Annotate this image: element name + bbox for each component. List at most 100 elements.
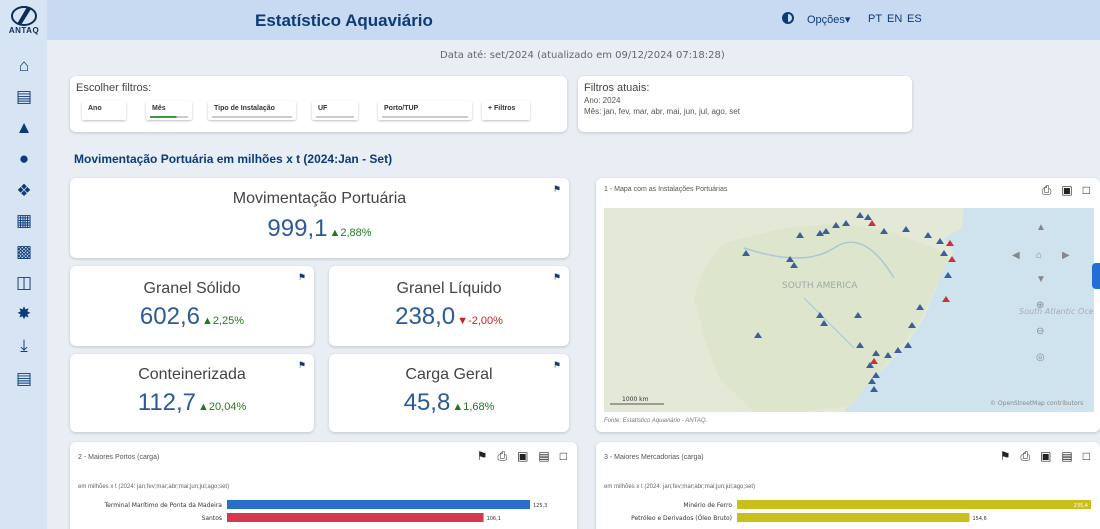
bulb-icon[interactable]: ✸: [13, 303, 35, 325]
kpi-total-value-row: 999,1 ▲2,88%: [70, 215, 569, 243]
filter-uf-bar: [316, 116, 354, 118]
bar-value-label: 125,3: [533, 503, 547, 509]
kpi-total-value: 999,1: [267, 215, 328, 242]
kpi-general-title: Carga Geral: [405, 366, 493, 383]
current-month-line: Mês: jan, fev, mar, abr, mai, jun, jul, …: [584, 107, 740, 116]
section-title: Movimentação Portuária em milhões x t (2…: [74, 152, 393, 166]
goods-chart: Minério de Ferro 235,4 Petróleo e Derivado…: [631, 500, 1091, 522]
bar-category-label: Minério de Ferro: [683, 502, 732, 509]
options-menu[interactable]: Opções▾: [807, 13, 850, 26]
kpi-solid-value-row: 602,6 ▲2,25%: [70, 303, 314, 331]
filter-year[interactable]: Ano: [82, 101, 126, 120]
terminal-icon[interactable]: ▤: [13, 86, 35, 108]
bar-category-label: Petróleo e Derivados (Óleo Bruto): [631, 515, 732, 522]
map-card: 1 - Mapa com as Instalações Portuárias ⎙…: [596, 178, 1100, 432]
info-icon[interactable]: ⚑: [1000, 449, 1011, 464]
regions-icon[interactable]: ▦: [13, 210, 35, 232]
download-icon[interactable]: ⤓: [13, 335, 35, 357]
zoom-out-icon[interactable]: ⊖: [1036, 326, 1044, 337]
cargo-icon[interactable]: ◫: [13, 272, 35, 294]
print-icon[interactable]: ⎙: [1042, 183, 1052, 198]
pan-left-icon[interactable]: ◀: [1012, 250, 1020, 261]
globe-icon[interactable]: ●: [13, 148, 35, 170]
lang-es[interactable]: ES: [907, 13, 922, 25]
maximize-icon[interactable]: □: [560, 449, 567, 464]
folder-icon[interactable]: ▣: [1040, 449, 1051, 464]
tku-icon[interactable]: ▩: [13, 241, 35, 263]
antaq-logo-mark: [11, 6, 37, 26]
filter-installation-label: Tipo de Instalação: [214, 105, 275, 112]
theme-toggle-icon[interactable]: [782, 12, 794, 24]
info-icon[interactable]: ⚑: [477, 449, 488, 464]
home-icon[interactable]: ⌂: [13, 55, 35, 77]
kpi-liquid-change: ▼-2,00%: [457, 315, 503, 327]
filter-installation-type[interactable]: Tipo de Instalação: [208, 101, 296, 120]
print-icon[interactable]: ⎙: [497, 449, 507, 464]
pan-down-icon[interactable]: ▼: [1036, 274, 1046, 285]
filter-month-bar: [150, 116, 188, 118]
map-ocean-label: South Atlantic Oce: [1019, 307, 1094, 316]
ship-icon[interactable]: ▲: [13, 117, 35, 139]
bar[interactable]: [227, 513, 484, 522]
ports-chart-title: 2 - Maiores Portos (carga): [78, 454, 160, 461]
print-icon[interactable]: ⎙: [1020, 449, 1030, 464]
export-icon[interactable]: ▤: [538, 449, 549, 464]
kpi-general-value: 45,8: [403, 389, 451, 416]
kpi-container-title: Conteinerizada: [138, 366, 246, 383]
kpi-container-change: ▲20,04%: [198, 401, 247, 413]
kpi-general-change: ▲1,68%: [452, 401, 495, 413]
ports-chart: Terminal Marítimo de Ponta da Madeira 125…: [104, 500, 547, 522]
maximize-icon[interactable]: □: [1083, 183, 1090, 198]
pan-up-icon[interactable]: ▲: [1036, 222, 1046, 233]
data-date-line: Data até: set/2024 (atualizado em 09/12/…: [440, 50, 725, 61]
folder-icon[interactable]: ▣: [1061, 183, 1072, 198]
filter-port[interactable]: Porto/TUP: [378, 101, 472, 120]
kpi-total-title: Movimentação Portuária: [232, 190, 407, 207]
filter-month-label: Mês: [152, 105, 166, 112]
map-region-label: SOUTH AMERICA: [782, 281, 858, 291]
map-source: Fonte: Estatístico Aquaviário - ANTAQ.: [604, 418, 708, 424]
filter-month[interactable]: Mês: [146, 101, 192, 120]
locate-icon[interactable]: ◎: [1036, 352, 1045, 363]
antaq-logo[interactable]: ANTAQ: [6, 4, 42, 42]
kpi-solid-value: 602,6: [139, 303, 200, 330]
map-canvas[interactable]: SOUTH AMERICA South Atlantic Oce 1000 km…: [604, 208, 1094, 412]
more-filters-button[interactable]: + Filtros: [482, 101, 530, 120]
filters-label: Escolher filtros:: [76, 82, 152, 94]
home-view-icon[interactable]: ⌂: [1036, 250, 1042, 261]
sidebar: ANTAQ ⌂ ▤ ▲ ● ❖ ▦ ▩ ◫ ✸ ⤓ ▤: [0, 0, 47, 529]
kpi-general-card: ⚑ Carga Geral 45,8 ▲1,68%: [329, 354, 569, 432]
app-title: Estatístico Aquaviário: [255, 11, 433, 30]
book-icon[interactable]: ▤: [13, 368, 35, 390]
pan-right-icon[interactable]: ▶: [1062, 250, 1070, 261]
ports-chart-tools: ⚑ ⎙ ▣ ▤ □: [477, 449, 567, 464]
kpi-total-change: ▲2,88%: [329, 227, 372, 239]
kpi-liquid-title: Granel Líquido: [396, 280, 502, 297]
kpi-general-value-row: 45,8 ▲1,68%: [329, 389, 569, 417]
bar[interactable]: [737, 500, 1091, 509]
map-tools: ⎙ ▣ □: [1042, 183, 1090, 198]
filters-card: Escolher filtros: Ano Mês Tipo de Instal…: [70, 76, 567, 132]
bar-value-label: 235,4: [1074, 503, 1088, 509]
filter-uf[interactable]: UF: [312, 101, 358, 120]
export-icon[interactable]: ▤: [1061, 449, 1072, 464]
map-scale: 1000 km: [622, 396, 649, 403]
bar-value-label: 154,6: [972, 516, 986, 522]
kpi-container-value-row: 112,7 ▲20,04%: [70, 389, 314, 417]
current-filters-card: Filtros atuais: Ano: 2024 Mês: jan, fev,…: [578, 76, 912, 132]
filter-port-bar: [382, 116, 468, 118]
side-panel-tab[interactable]: [1092, 263, 1100, 289]
maximize-icon[interactable]: □: [1083, 449, 1090, 464]
bar[interactable]: [227, 500, 530, 509]
kpi-solid-title: Granel Sólido: [143, 280, 241, 297]
kpi-container-value: 112,7: [137, 389, 197, 416]
bar-value-label: 106,1: [487, 516, 501, 522]
lang-en[interactable]: EN: [887, 13, 902, 25]
zoom-in-icon[interactable]: ⊕: [1036, 300, 1044, 311]
bar[interactable]: [737, 513, 970, 522]
brazil-map-icon[interactable]: ❖: [13, 180, 35, 202]
folder-icon[interactable]: ▣: [517, 449, 528, 464]
goods-chart-card: 3 - Maiores Mercadorias (carga) ⚑ ⎙ ▣ ▤ …: [596, 442, 1100, 529]
lang-pt[interactable]: PT: [868, 13, 882, 25]
kpi-liquid-value: 238,0: [395, 303, 456, 330]
